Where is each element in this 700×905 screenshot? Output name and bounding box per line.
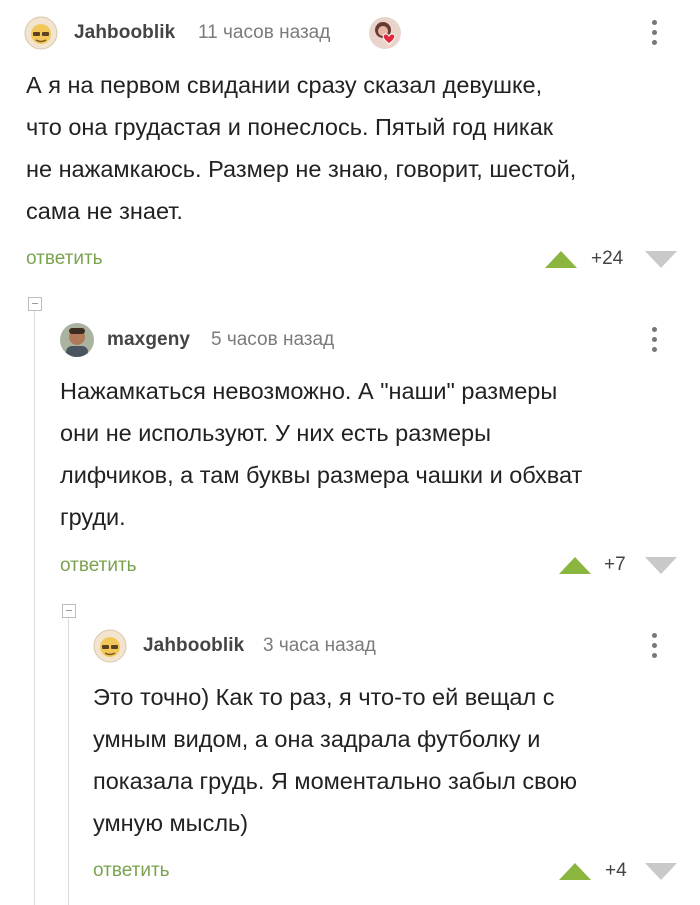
thread-line-level-2 [68, 612, 69, 905]
comment-time: 11 часов назад [198, 22, 331, 43]
comment-text-line: не нажамкаюсь. Размер не знаю, говорит, … [26, 156, 577, 182]
comment-text-line: что она грудастая и понеслось. Пятый год… [26, 114, 554, 140]
upvote-icon[interactable] [559, 557, 591, 574]
comment-score: +24 [591, 248, 624, 269]
kebab-menu-icon[interactable] [645, 16, 665, 50]
downvote-icon[interactable] [645, 557, 677, 574]
kebab-menu-icon[interactable] [645, 629, 665, 663]
collapse-icon[interactable] [62, 604, 76, 618]
comment-text-line: показала грудь. Я моментально забыл свою [93, 768, 578, 794]
emoji-avatar-icon[interactable] [93, 629, 127, 663]
heart-badge-icon[interactable] [368, 16, 402, 50]
comment-username[interactable]: maxgeny [107, 329, 190, 351]
kebab-menu-icon[interactable] [645, 323, 665, 357]
upvote-icon[interactable] [545, 251, 577, 268]
comment-text-line: они не используют. У них есть размеры [60, 420, 492, 446]
comment-text: А я на первом свидании сразу сказал деву… [26, 64, 686, 232]
comment-text-line: Это точно) Как то раз, я что-то ей вещал… [93, 684, 555, 710]
comment-text-line: А я на первом свидании сразу сказал деву… [26, 72, 543, 98]
emoji-avatar-icon[interactable] [24, 16, 58, 50]
downvote-icon[interactable] [645, 863, 677, 880]
comment-score: +7 [604, 554, 626, 575]
comment-text-line: сама не знает. [26, 198, 183, 224]
comment-text-line: лифчиков, а там буквы размера чашки и об… [60, 462, 583, 488]
upvote-icon[interactable] [559, 863, 591, 880]
collapse-icon[interactable] [28, 297, 42, 311]
comment-text-line: груди. [60, 504, 126, 530]
comment-text-line: умным видом, а она задрала футболку и [93, 726, 541, 752]
comment-text: Это точно) Как то раз, я что-то ей вещал… [93, 676, 693, 844]
comment-text-line: Нажамкаться невозможно. А "наши" размеры [60, 378, 558, 404]
reply-button[interactable]: ответить [26, 248, 103, 270]
comment-score: +4 [605, 860, 627, 881]
user-photo-avatar-icon[interactable] [60, 323, 94, 357]
comment-text: Нажамкаться невозможно. А "наши" размеры… [60, 370, 690, 538]
comment-username[interactable]: Jahbooblik [74, 22, 175, 44]
reply-button[interactable]: ответить [93, 860, 170, 882]
comment-time: 3 часа назад [263, 635, 376, 656]
reply-button[interactable]: ответить [60, 555, 137, 577]
downvote-icon[interactable] [645, 251, 677, 268]
comment-text-line: умную мысль) [93, 810, 249, 836]
thread-line-level-1 [34, 304, 35, 905]
comment-time: 5 часов назад [211, 329, 335, 350]
comment-username[interactable]: Jahbooblik [143, 635, 244, 657]
